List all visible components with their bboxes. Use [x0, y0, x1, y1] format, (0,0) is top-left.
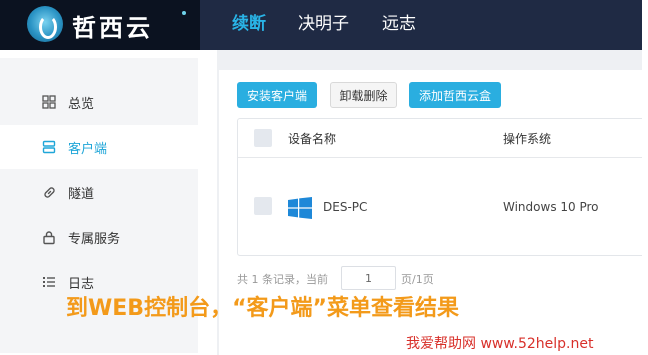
sidebar-item-dedicated-service[interactable]: 专属服务 — [0, 215, 198, 259]
select-all-checkbox[interactable] — [254, 129, 272, 147]
client-icon — [40, 140, 58, 154]
column-device-name: 设备名称 — [288, 132, 337, 146]
table-header: 设备名称 操作系统 — [238, 119, 643, 158]
nav-tab-juemingzi[interactable]: 决明子 — [298, 9, 349, 34]
logo-dot — [182, 11, 186, 15]
logo-text: 哲西云 — [72, 14, 153, 42]
lock-icon — [40, 230, 58, 245]
row-checkbox[interactable] — [254, 197, 272, 215]
sidebar-item-label: 日志 — [68, 276, 95, 292]
column-os: 操作系统 — [503, 132, 552, 146]
grid-icon — [40, 95, 58, 109]
client-table: 设备名称 操作系统 DES-PC Windows 10 Pro — [237, 118, 643, 256]
sidebar-item-overview[interactable]: 总览 — [0, 80, 198, 124]
os-name: Windows 10 Pro — [503, 200, 599, 214]
page-number-input[interactable] — [341, 266, 396, 290]
add-box-button[interactable]: 添加哲西云盒 — [409, 82, 501, 108]
sidebar-item-label: 总览 — [68, 96, 95, 112]
sidebar-item-label: 专属服务 — [68, 231, 121, 247]
watermark: 我爱帮助网 www.52help.net — [406, 336, 594, 352]
sidebar-item-client[interactable]: 客户端 — [0, 125, 198, 169]
nav-tab-yuanzhi[interactable]: 远志 — [382, 9, 416, 34]
list-icon — [40, 275, 58, 289]
sidebar-item-label: 客户端 — [68, 141, 108, 157]
right-edge — [642, 0, 648, 355]
logo[interactable]: 哲西云 — [0, 0, 200, 50]
install-client-button[interactable]: 安装客户端 — [237, 82, 317, 108]
device-name: DES-PC — [323, 200, 368, 214]
nav-tab-xuduan[interactable]: 续断 — [232, 9, 266, 34]
windows-icon — [288, 197, 312, 219]
sidebar-item-tunnel[interactable]: 隧道 — [0, 170, 198, 214]
pagination-summary: 共 1 条记录，当前 — [237, 273, 328, 286]
uninstall-delete-button[interactable]: 卸载删除 — [330, 82, 397, 108]
link-icon — [40, 185, 58, 200]
pagination-total: 页/1页 — [401, 273, 434, 286]
caption-text: 到WEB控制台，“客户端”菜单查看结果 — [66, 296, 459, 321]
logo-icon — [27, 6, 63, 42]
sidebar-item-label: 隧道 — [68, 186, 95, 202]
